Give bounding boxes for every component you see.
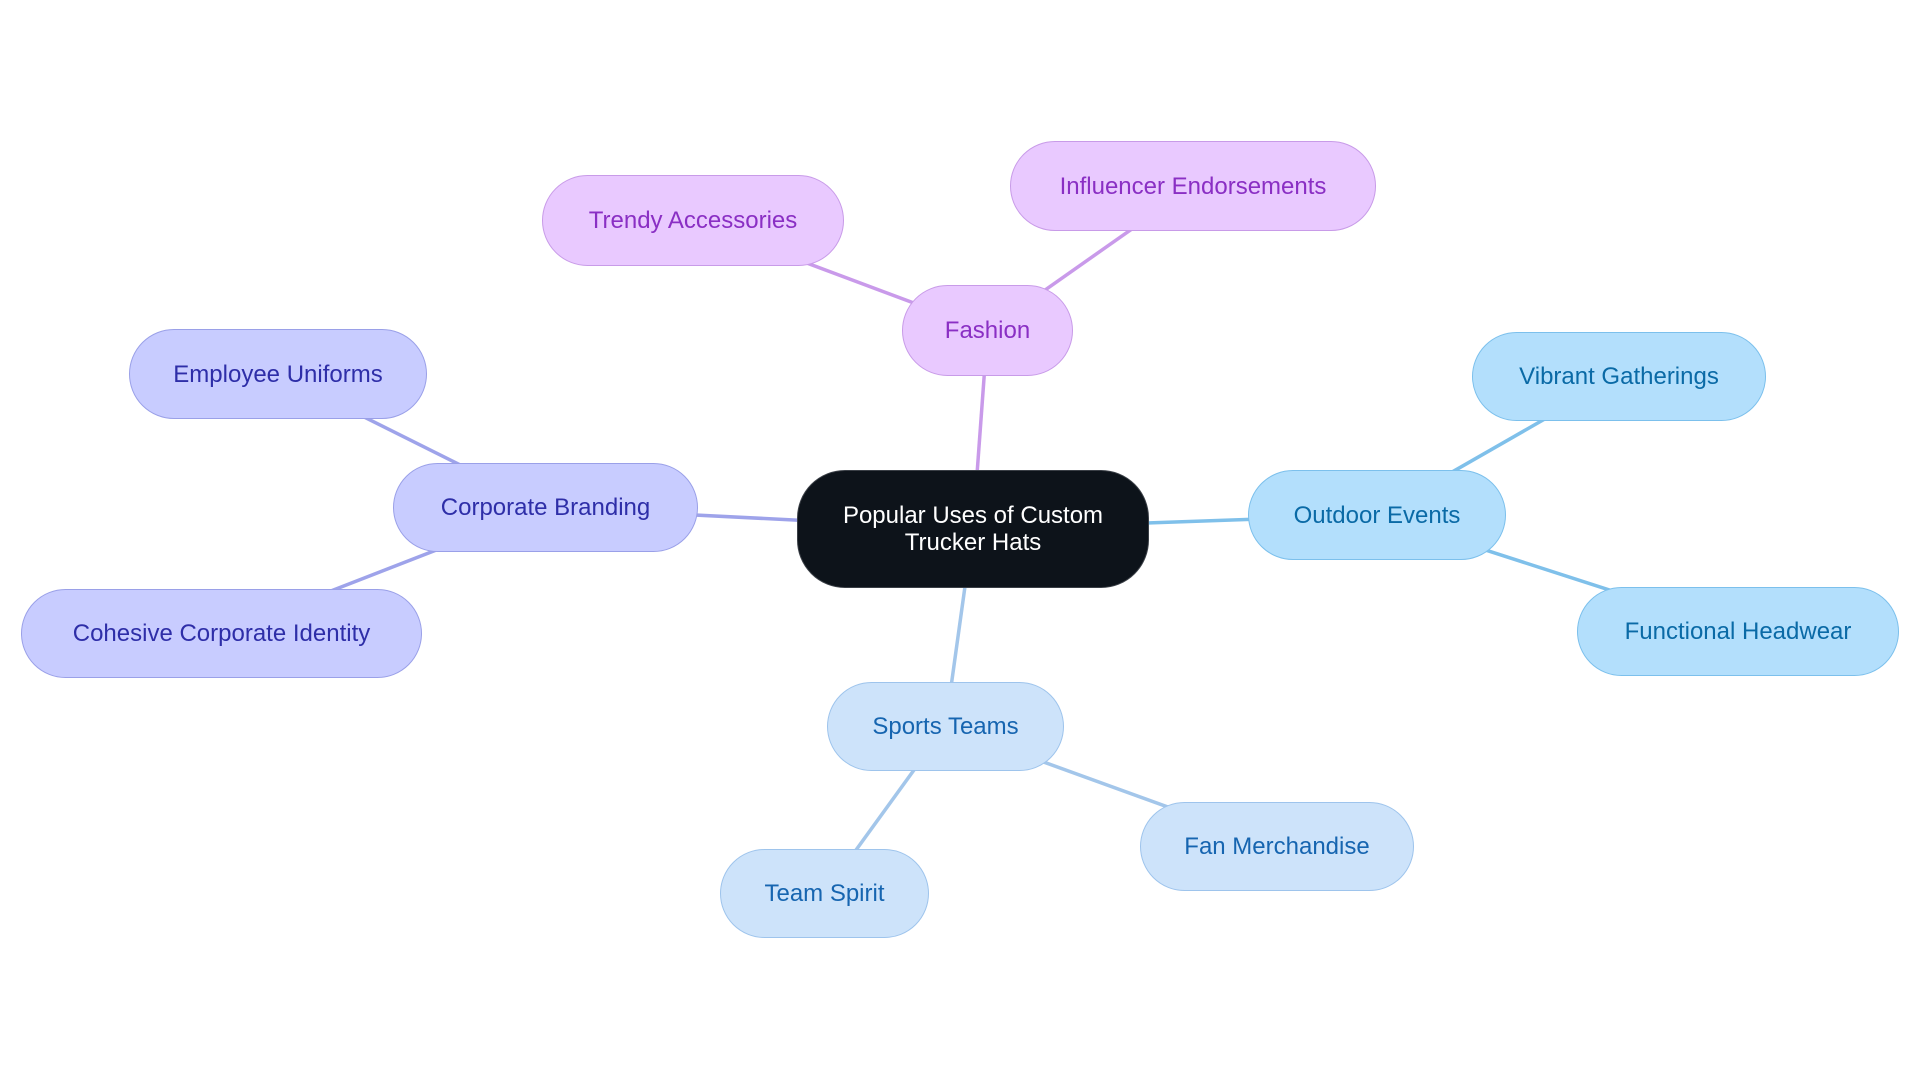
node-label: Corporate Branding: [440, 494, 651, 521]
node-employee-uniforms[interactable]: Employee Uniforms: [129, 329, 427, 419]
node-cohesive-corporate-identity[interactable]: Cohesive Corporate Identity: [21, 589, 422, 678]
node-influencer-endorsements[interactable]: Influencer Endorsements: [1010, 141, 1376, 231]
node-outdoor-events[interactable]: Outdoor Events: [1248, 470, 1506, 560]
node-label: Fashion: [944, 317, 1031, 344]
node-label: Functional Headwear: [1624, 618, 1852, 645]
node-vibrant-gatherings[interactable]: Vibrant Gatherings: [1472, 332, 1766, 421]
node-corporate-branding[interactable]: Corporate Branding: [393, 463, 698, 552]
node-label: Fan Merchandise: [1184, 833, 1370, 860]
node-fan-merchandise[interactable]: Fan Merchandise: [1140, 802, 1414, 891]
node-label: Team Spirit: [764, 880, 885, 907]
node-team-spirit[interactable]: Team Spirit: [720, 849, 929, 938]
root-node-label: Popular Uses of Custom Trucker Hats: [842, 502, 1104, 556]
node-fashion[interactable]: Fashion: [902, 285, 1073, 376]
node-label: Cohesive Corporate Identity: [72, 620, 371, 647]
node-sports-teams[interactable]: Sports Teams: [827, 682, 1064, 771]
root-node[interactable]: Popular Uses of Custom Trucker Hats: [797, 470, 1149, 588]
node-label: Influencer Endorsements: [1059, 172, 1327, 200]
node-label: Sports Teams: [872, 713, 1019, 740]
node-label: Vibrant Gatherings: [1519, 363, 1719, 390]
node-label: Trendy Accessories: [588, 207, 798, 234]
node-label: Employee Uniforms: [173, 360, 383, 388]
mind-map-canvas: Popular Uses of Custom Trucker Hats Fash…: [0, 0, 1920, 1083]
node-trendy-accessories[interactable]: Trendy Accessories: [542, 175, 844, 266]
node-functional-headwear[interactable]: Functional Headwear: [1577, 587, 1899, 676]
node-label: Outdoor Events: [1293, 501, 1461, 529]
